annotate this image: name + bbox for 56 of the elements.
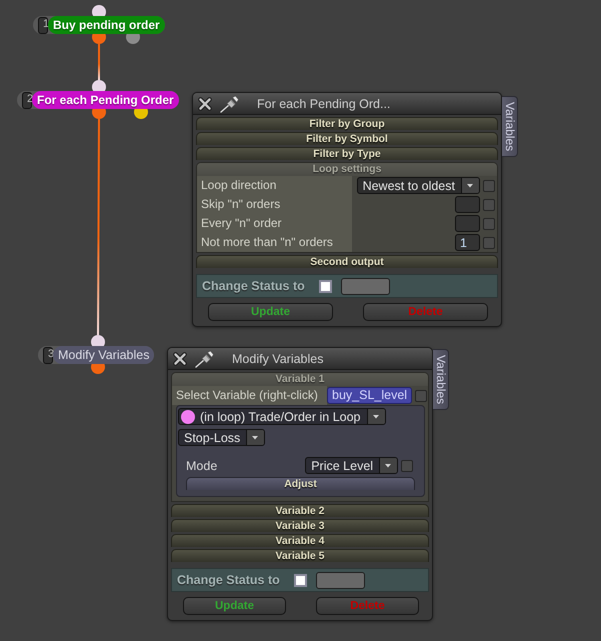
checkbox[interactable] (483, 198, 495, 210)
checkbox[interactable] (415, 390, 428, 402)
section-header[interactable]: Second output (196, 255, 498, 268)
side-tab[interactable]: Variables (433, 349, 449, 410)
caret-icon (461, 178, 479, 193)
side-tab[interactable]: Variables (502, 96, 518, 157)
panel-title: Modify Variables (232, 352, 324, 366)
field-label: Every "n" order (197, 214, 352, 233)
section-header[interactable]: Variable 5 (171, 549, 429, 562)
variable-selector[interactable]: buy_SL_level (327, 387, 412, 404)
caret-icon (246, 430, 264, 445)
checkbox[interactable] (294, 574, 307, 586)
dropdown[interactable]: Stop-Loss (178, 429, 266, 446)
dropdown[interactable]: (in loop) Trade/Order in Loop (178, 408, 386, 425)
section-header[interactable]: Filter by Symbol (196, 132, 498, 145)
flow-node[interactable]: 2 For each Pending Order (17, 91, 179, 109)
section-header[interactable]: Adjust (186, 477, 416, 490)
section-header[interactable]: Variable 3 (171, 519, 429, 532)
close-icon[interactable] (173, 352, 187, 366)
field-label: Select Variable (right-click) (172, 386, 327, 405)
status-field[interactable] (316, 572, 365, 588)
section-header[interactable]: Variable 2 (171, 504, 429, 517)
checkbox[interactable] (483, 218, 495, 230)
panel-title: For each Pending Ord... (257, 96, 390, 110)
node-number: 1 (38, 16, 48, 34)
dropdown[interactable]: Newest to oldest (356, 177, 480, 194)
pushpin-icon[interactable] (220, 94, 240, 112)
status-field[interactable] (340, 278, 390, 294)
section-header[interactable]: Filter by Type (196, 147, 498, 160)
field-label: Not more than "n" orders (197, 233, 352, 252)
flow-node[interactable]: 1 Buy pending order (33, 16, 165, 34)
caret-icon (379, 458, 398, 473)
node-number: 2 (22, 92, 32, 108)
dropdown[interactable]: Price Level (305, 457, 398, 474)
caret-icon (366, 409, 385, 424)
field-label: Change Status to (202, 279, 305, 293)
checkbox[interactable] (483, 180, 495, 192)
section-header[interactable]: Filter by Group (196, 117, 498, 130)
node-label: Buy pending order (48, 16, 165, 34)
node-label: For each Pending Order (32, 91, 179, 109)
close-icon[interactable] (198, 96, 212, 110)
node-number: 3 (43, 346, 53, 364)
number-field[interactable] (455, 215, 480, 232)
field-label: Loop direction (197, 176, 352, 195)
number-field[interactable]: 1 (455, 234, 480, 251)
field-label: Skip "n" orders (197, 195, 352, 214)
number-field[interactable] (455, 196, 480, 213)
checkbox[interactable] (401, 460, 414, 472)
node-label: Modify Variables (53, 346, 154, 364)
field-label: Mode (186, 458, 218, 472)
pushpin-icon[interactable] (195, 350, 215, 368)
section-header[interactable]: Variable 4 (171, 534, 429, 547)
checkbox[interactable] (483, 236, 495, 248)
field-label: Change Status to (177, 573, 280, 587)
flow-node[interactable]: 3 Modify Variables (38, 346, 154, 364)
checkbox[interactable] (318, 280, 332, 292)
